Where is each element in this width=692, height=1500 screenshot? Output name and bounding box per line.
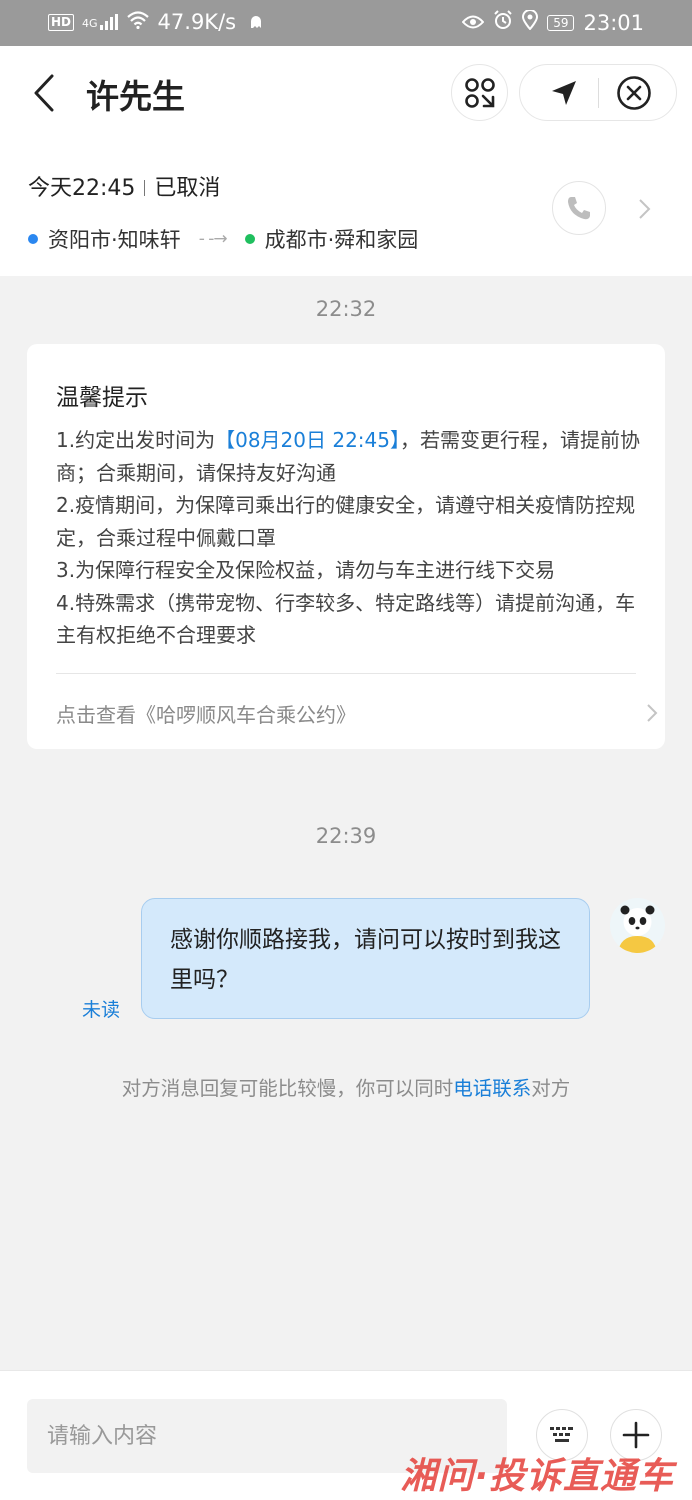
wifi-icon [126, 10, 150, 34]
trip-route: 资阳市·知味轩 - -→ 成都市·舜和家园 [28, 224, 418, 254]
net-speed: 47.9K/s [157, 10, 237, 34]
close-button[interactable] [615, 74, 653, 112]
alarm-icon [493, 10, 513, 35]
carpool-agreement-link[interactable]: 点击查看《哈啰顺风车合乘公约》 [56, 699, 356, 728]
notice-item-1: 1.约定出发时间为【08月20日 22:45】，若需变更行程，请提前协商；合乘期… [56, 428, 640, 485]
panda-avatar-icon [618, 905, 657, 953]
status-right: 59 23:01 [461, 9, 644, 35]
chat-timestamp: 22:39 [315, 824, 377, 848]
message-bubble[interactable]: 感谢你顺路接我，请问可以按时到我这里吗？ [141, 898, 590, 1019]
signal-icon: 4G [82, 14, 118, 30]
scan-button[interactable] [451, 64, 508, 121]
trip-separator [144, 180, 146, 196]
read-status: 未读 [82, 999, 121, 1021]
origin-dot [28, 234, 38, 244]
status-left: HD 4G 47.9K/s [48, 10, 262, 34]
plus-icon [622, 1421, 650, 1449]
notice-item-3: 3.为保障行程安全及保险权益，请勿与车主进行线下交易 [56, 558, 556, 582]
status-time: 23:01 [583, 10, 644, 35]
chevron-right-icon [639, 199, 651, 219]
scan-icon [464, 77, 495, 108]
trip-origin: 资阳市·知味轩 [48, 228, 181, 252]
reply-hint: 对方消息回复可能比较慢，你可以同时电话联系对方 [121, 1077, 571, 1100]
notice-body: 1.约定出发时间为【08月20日 22:45】，若需变更行程，请提前协商；合乘期… [56, 424, 640, 652]
action-capsule [519, 64, 677, 121]
notice-item-4: 4.特殊需求（携带宠物、行李较多、特定路线等）请提前沟通，车主有权拒绝不合理要求 [56, 590, 636, 648]
trip-time-status: 今天22:45 已取消 [28, 170, 220, 202]
page-title: 许先生 [86, 77, 185, 116]
phone-contact-link[interactable]: 电话联系 [453, 1077, 531, 1100]
close-circle-icon [617, 76, 651, 110]
destination-dot [244, 234, 255, 244]
notice-title: 温馨提示 [56, 385, 148, 411]
navigation-button[interactable] [542, 75, 586, 111]
chat-timestamp: 22:32 [315, 297, 377, 321]
keyboard-icon [550, 1427, 573, 1442]
ghost-icon [250, 10, 262, 34]
trip-time: 今天22:45 [28, 176, 136, 201]
phone-icon [568, 197, 590, 220]
watermark: 湘问·投诉直通车 [400, 1456, 674, 1497]
route-arrow-icon: - -→ [198, 229, 228, 249]
notice-divider [56, 673, 636, 674]
back-icon [34, 74, 54, 112]
location-icon [522, 9, 539, 35]
notice-item-2: 2.疫情期间，为保障司乘出行的健康安全，请遵守相关疫情防控规定，合乘过程中佩戴口… [56, 493, 636, 550]
capsule-divider [598, 78, 599, 108]
avatar[interactable] [610, 898, 665, 953]
chevron-right-icon [647, 704, 658, 722]
trip-summary[interactable]: 今天22:45 已取消 资阳市·知味轩 - -→ 成都市·舜和家园 [0, 141, 692, 276]
trip-status: 已取消 [154, 176, 221, 201]
call-button[interactable] [552, 181, 606, 235]
eye-icon [461, 11, 485, 35]
hd-icon: HD [48, 13, 75, 31]
trip-destination: 成都市·舜和家园 [264, 228, 419, 252]
navigation-icon [552, 81, 576, 105]
battery-icon: 59 [547, 14, 575, 31]
message-row: 未读 感谢你顺路接我，请问可以按时到我这里吗？ [0, 898, 692, 1038]
chat-header: 许先生 [0, 46, 692, 141]
departure-time-highlight: 【08月20日 22:45】 [215, 428, 400, 452]
status-bar: HD 4G 47.9K/s 59 23:01 [0, 0, 692, 46]
back-button[interactable] [24, 70, 64, 116]
signal-label: 4G [82, 17, 98, 30]
notice-card: 温馨提示 1.约定出发时间为【08月20日 22:45】，若需变更行程，请提前协… [27, 344, 665, 749]
